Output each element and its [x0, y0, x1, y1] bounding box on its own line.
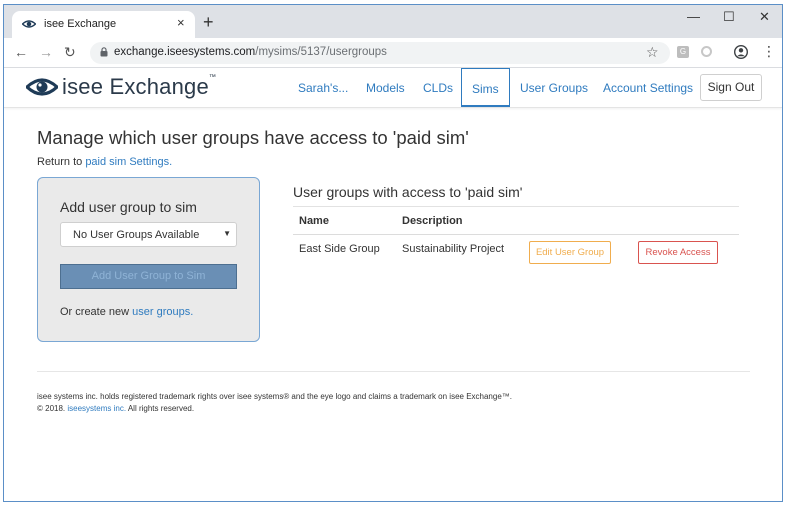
browser-tab-strip: isee Exchange × + — ☐ ✕	[4, 5, 782, 38]
sign-out-button[interactable]: Sign Out	[700, 74, 762, 101]
lock-icon	[100, 47, 108, 57]
row-description: Sustainability Project	[402, 243, 505, 255]
close-window-icon[interactable]: ✕	[759, 9, 770, 25]
table-top-divider	[293, 206, 739, 207]
table-header-divider	[293, 234, 739, 235]
address-bar[interactable]: exchange.iseesystems.com/mysims/5137/use…	[90, 42, 670, 64]
user-group-select[interactable]: No User Groups Available ▼	[60, 222, 237, 247]
create-new-line: Or create new user groups.	[60, 306, 194, 318]
browser-toolbar: ← → ↻ exchange.iseesystems.com/mysims/51…	[4, 38, 782, 68]
maximize-icon[interactable]: ☐	[723, 9, 735, 25]
footer-divider	[37, 371, 750, 372]
tab-close-icon[interactable]: ×	[177, 16, 185, 30]
forward-arrow-icon[interactable]: →	[39, 44, 53, 60]
footer-copyright: © 2018. iseesystems inc. All rights rese…	[37, 404, 195, 413]
nav-link-user-groups[interactable]: User Groups	[520, 81, 588, 95]
browser-menu-icon[interactable]: ⋮	[762, 43, 776, 59]
profile-avatar-icon[interactable]	[734, 45, 748, 59]
table-header-name: Name	[299, 215, 329, 227]
isee-eye-logo-icon[interactable]	[26, 76, 58, 98]
url-text[interactable]: exchange.iseesystems.com/mysims/5137/use…	[114, 46, 387, 58]
row-name: East Side Group	[299, 243, 380, 255]
add-user-group-button[interactable]: Add User Group to Sim	[60, 264, 237, 289]
footer-company-link[interactable]: iseesystems inc.	[67, 404, 126, 413]
page-title: Manage which user groups have access to …	[37, 127, 469, 148]
browser-tab[interactable]: isee Exchange ×	[12, 11, 195, 38]
brand-name[interactable]: isee Exchange™	[62, 74, 216, 100]
edit-user-group-button[interactable]: Edit User Group	[529, 241, 611, 264]
nav-link-models[interactable]: Models	[366, 81, 405, 95]
new-tab-icon[interactable]: +	[203, 13, 214, 31]
footer-trademark: isee systems inc. holds registered trade…	[37, 392, 513, 401]
caret-down-icon: ▼	[223, 229, 231, 238]
extension-g-icon[interactable]: G	[677, 46, 689, 58]
return-line: Return to paid sim Settings.	[37, 156, 173, 168]
return-settings-link[interactable]: paid sim Settings.	[85, 156, 172, 168]
select-value: No User Groups Available	[73, 229, 200, 241]
groups-table-title: User groups with access to 'paid sim'	[293, 184, 523, 200]
browser-window: isee Exchange × + — ☐ ✕ ← → ↻ exchange.i…	[3, 4, 783, 502]
table-header-description: Description	[402, 215, 463, 227]
eye-logo-icon	[22, 20, 36, 28]
revoke-access-button[interactable]: Revoke Access	[638, 241, 718, 264]
create-user-groups-link[interactable]: user groups.	[132, 306, 193, 318]
minimize-icon[interactable]: —	[687, 9, 700, 25]
tab-title: isee Exchange	[44, 18, 117, 30]
reload-icon[interactable]: ↻	[64, 44, 76, 60]
site-header: isee Exchange™ Sarah's... Models CLDs Si…	[4, 68, 782, 108]
add-panel-title: Add user group to sim	[60, 199, 197, 215]
back-arrow-icon[interactable]: ←	[14, 44, 28, 60]
nav-link-clds[interactable]: CLDs	[423, 81, 453, 95]
nav-link-sims[interactable]: Sims	[461, 68, 510, 107]
bookmark-star-icon[interactable]: ☆	[646, 44, 659, 61]
nav-link-account-settings[interactable]: Account Settings	[603, 81, 693, 95]
add-user-group-panel: Add user group to sim No User Groups Ava…	[37, 177, 260, 342]
extension-circle-icon[interactable]	[701, 46, 712, 57]
nav-link-sarahs[interactable]: Sarah's...	[298, 81, 348, 95]
